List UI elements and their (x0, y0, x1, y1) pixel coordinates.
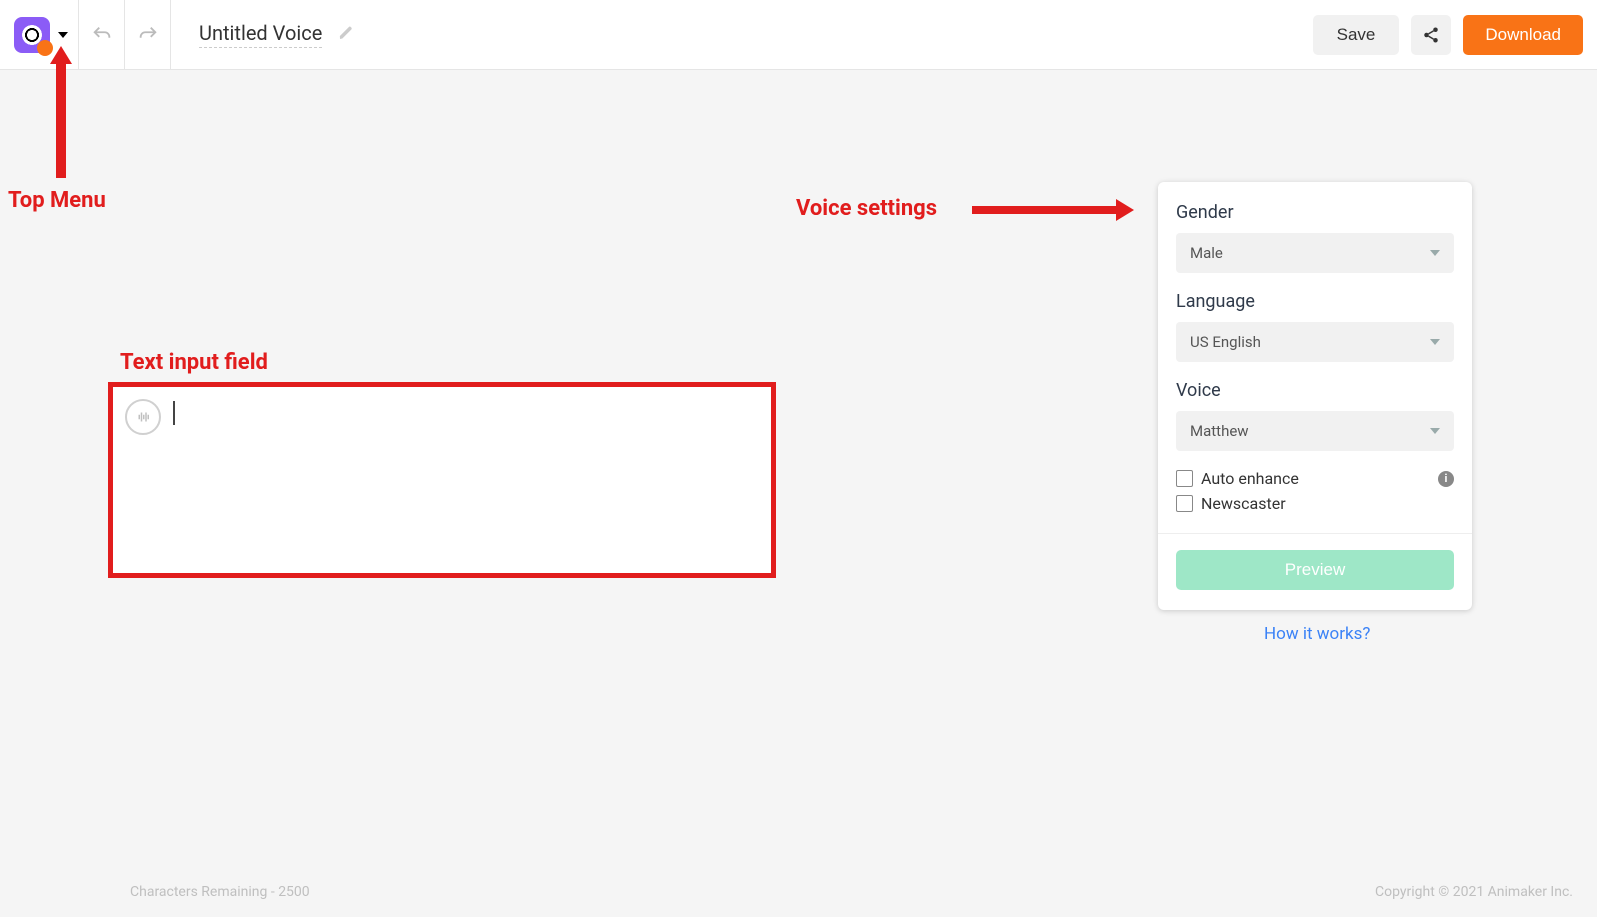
text-cursor (173, 401, 175, 425)
top-actions: Save Download (1313, 15, 1597, 55)
voice-settings-panel: Gender Male Language US English Voice Ma… (1158, 182, 1472, 610)
auto-enhance-label: Auto enhance (1201, 469, 1299, 488)
chevron-down-icon (1430, 250, 1440, 256)
undo-redo-group (79, 0, 171, 69)
chevron-down-icon (1430, 339, 1440, 345)
footer-bar: Characters Remaining - 2500 Copyright © … (0, 867, 1597, 917)
annotation-label: Voice settings (796, 196, 937, 221)
annotation-label: Top Menu (8, 188, 106, 213)
language-value: US English (1190, 333, 1261, 351)
checkbox-icon (1176, 495, 1193, 512)
newscaster-checkbox[interactable]: Newscaster (1176, 494, 1454, 513)
share-icon (1422, 26, 1440, 44)
undo-button[interactable] (79, 0, 125, 69)
voice-label: Voice (1176, 380, 1454, 401)
edit-title-icon[interactable] (338, 25, 354, 45)
newscaster-label: Newscaster (1201, 494, 1286, 513)
share-button[interactable] (1411, 15, 1451, 55)
language-select[interactable]: US English (1176, 322, 1454, 362)
voice-value: Matthew (1190, 422, 1249, 440)
info-icon[interactable]: i (1438, 471, 1454, 487)
voice-select[interactable]: Matthew (1176, 411, 1454, 451)
chevron-down-icon (1430, 428, 1440, 434)
language-label: Language (1176, 291, 1454, 312)
chars-remaining: Characters Remaining - 2500 (130, 884, 310, 900)
title-area: Untitled Voice (171, 21, 1313, 48)
gender-select[interactable]: Male (1176, 233, 1454, 273)
gender-label: Gender (1176, 202, 1454, 223)
auto-enhance-checkbox[interactable]: Auto enhance i (1176, 469, 1454, 488)
annotation-arrow (972, 206, 1120, 214)
copyright: Copyright © 2021 Animaker Inc. (1375, 884, 1573, 900)
annotation-label: Text input field (120, 350, 268, 375)
workspace: Top Menu Text input field Voice settings… (0, 70, 1597, 917)
annotation-arrow (56, 60, 66, 178)
download-button[interactable]: Download (1463, 15, 1583, 55)
top-bar: Untitled Voice Save Download (0, 0, 1597, 70)
text-input-box[interactable] (108, 382, 776, 578)
waveform-icon (125, 399, 161, 435)
redo-button[interactable] (125, 0, 171, 69)
checkbox-icon (1176, 470, 1193, 487)
chevron-down-icon (58, 32, 68, 38)
preview-button[interactable]: Preview (1176, 550, 1454, 590)
how-it-works-link[interactable]: How it works? (1264, 624, 1370, 644)
app-logo-icon (14, 17, 50, 53)
project-title[interactable]: Untitled Voice (199, 21, 322, 48)
save-button[interactable]: Save (1313, 15, 1400, 55)
gender-value: Male (1190, 244, 1223, 262)
